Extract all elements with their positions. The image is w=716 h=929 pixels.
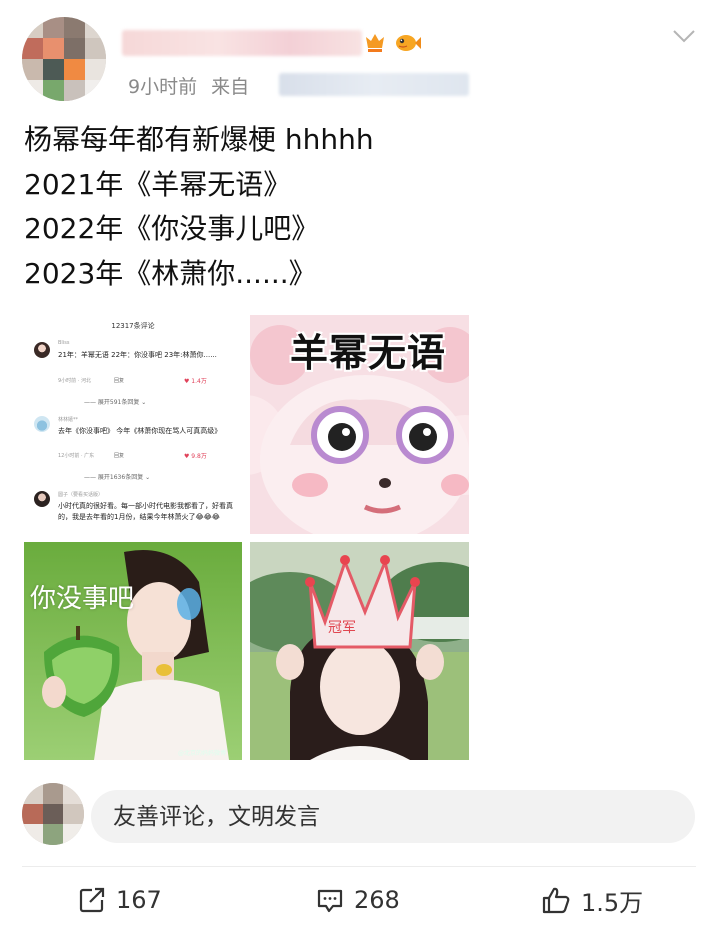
post-line: 2023年《林萧你......》 [24,256,317,290]
green-meme-illustration [24,542,242,760]
reply-link: 回复 [114,378,125,384]
fan-badge-icon [366,34,384,52]
post-source-prefix: 来自 [211,76,250,98]
share-button[interactable]: 167 [78,882,162,918]
post-source-blurred [279,73,469,96]
like-button[interactable]: 1.5万 [541,882,643,918]
post-line: 杨幂每年都有新爆梗 hhhhh [24,123,374,156]
sheep-meme-caption: 羊幂无语 [290,331,447,375]
author-name-blurred[interactable] [122,30,362,56]
post-image-crown-photo[interactable] [250,542,469,760]
post-time: 9小时前 [128,76,198,98]
reply-link: 回复 [114,453,125,459]
current-user-avatar [22,783,84,845]
post-image-green-meme[interactable] [24,542,242,760]
crown-photo-illustration [250,542,469,760]
divider [22,866,696,867]
commenter-name: 林林嬉** [58,417,79,423]
commenter-avatar [34,416,50,432]
expand-replies-label: 展开1636条回复 [97,474,144,481]
post-meta: 9小时前 来自 [128,72,263,99]
commenter-avatar [34,491,50,507]
author-avatar[interactable] [22,17,106,101]
comment-meta: 9小时前 · 河北 [58,378,91,384]
comment-likes: ♥ 1.4万 [184,378,207,385]
image-watermark: @北京的妈妈微博 [178,750,227,757]
comments-count-title: 12317条评论 [111,322,155,330]
post-line: 2021年《羊幂无语》 [24,167,292,201]
commenter-name: 圆子（要看买话版） [58,492,104,498]
commenter-avatar [34,342,50,358]
post-text: 杨幂每年都有新爆梗 hhhhh 2021年《羊幂无语》 2022年《你没事儿吧》… [24,118,374,296]
post-line: 2022年《你没事儿吧》 [24,212,320,245]
comment-text: 去年《你没事吧》 今年《林萧你现在骂人可真高级》 [58,427,222,435]
expand-replies: —— 展开591条回复 ⌄ [84,399,147,406]
expand-replies: —— 展开1636条回复 ⌄ [84,474,151,481]
comment-count: 268 [354,886,400,914]
comment-text: 21年：羊幂无语 22年：你没事吧 23年:林萧你...... [58,351,217,359]
comment-button[interactable]: 268 [316,882,400,918]
thumbs-up-icon [542,887,570,914]
comment-text: 小时代真的很好看。每一部小时代电影我都看了，好看真的，我是去年看的1月份，结果今… [58,502,233,521]
comment-likes: ♥ 9.8万 [184,453,207,460]
green-meme-caption: 你没事吧 [30,584,135,614]
like-count: 1.5万 [581,888,644,917]
comment-likes-value: 9.8万 [191,453,207,460]
comment-likes-value: 1.4万 [191,378,207,385]
commenter-name: Bliss [58,340,70,346]
comment-icon [317,889,343,913]
post-image-comments-screenshot[interactable]: 12317条评论 Bliss 21年：羊幂无语 22年：你没事吧 23年:林萧你… [24,315,242,534]
share-icon [79,887,105,913]
chevron-down-icon[interactable] [672,28,696,44]
crown-label: 冠军 [328,620,356,636]
vip-fish-icon [396,35,421,51]
expand-replies-label: 展开591条回复 [97,399,140,406]
share-count: 167 [116,886,162,914]
comment-meta: 12小时前 · 广东 [58,453,95,459]
comment-input[interactable] [91,790,695,843]
